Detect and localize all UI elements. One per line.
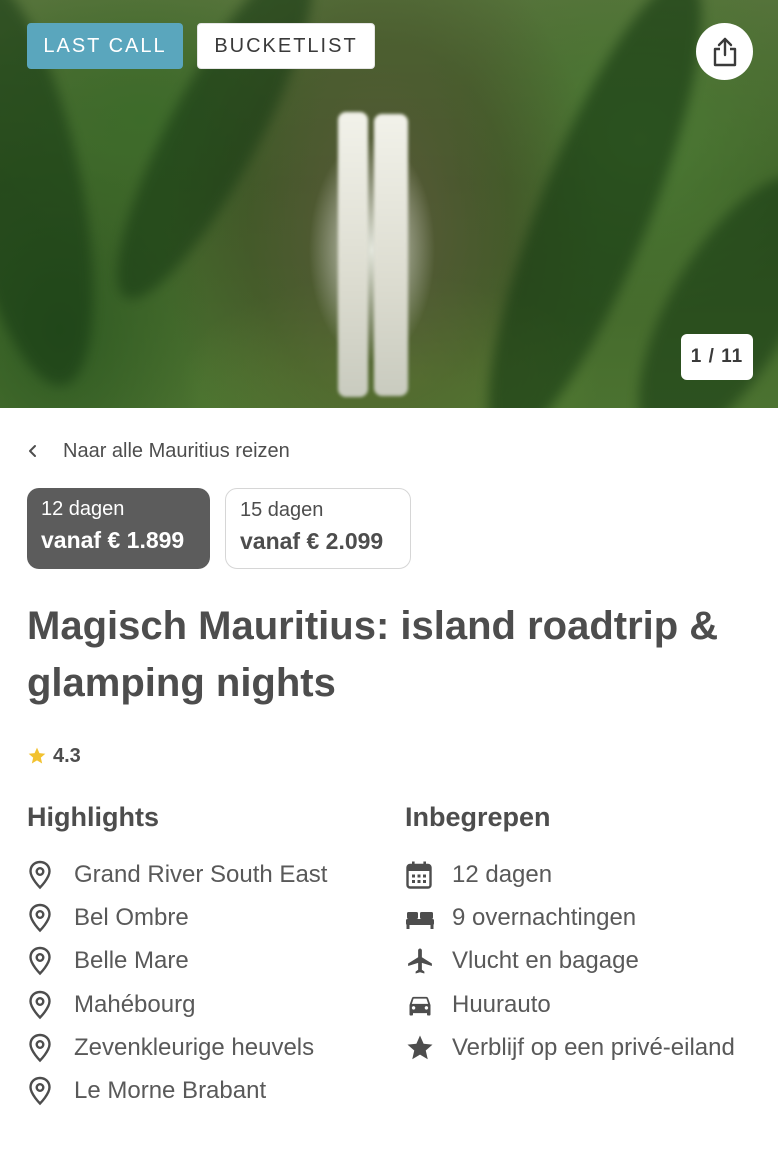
back-link-label: Naar alle Mauritius reizen xyxy=(63,439,290,462)
last-call-tag: LAST CALL xyxy=(27,23,183,69)
share-button[interactable] xyxy=(696,23,753,80)
highlight-label: Belle Mare xyxy=(74,947,189,975)
included-list: 12 dagen 9 overnachtingen Vlucht en baga… xyxy=(405,853,735,1069)
car-icon xyxy=(409,996,431,1016)
calendar-icon xyxy=(406,861,432,889)
list-item: Zevenkleurige heuvels xyxy=(27,1026,327,1069)
highlight-label: Mahébourg xyxy=(74,990,196,1018)
included-label: Vlucht en bagage xyxy=(452,947,639,975)
highlight-label: Le Morne Brabant xyxy=(74,1077,267,1105)
list-item: Verblijf op een privé-eiland xyxy=(405,1026,735,1069)
duration-option-12[interactable]: 12 dagen vanaf € 1.899 xyxy=(27,488,210,569)
highlight-label: Grand River South East xyxy=(74,860,328,888)
airplane-icon xyxy=(408,948,432,974)
highlights-heading: Highlights xyxy=(27,802,159,832)
included-label: Verblijf op een privé-eiland xyxy=(452,1033,735,1061)
star-icon xyxy=(407,1035,433,1060)
bucketlist-tag: BUCKETLIST xyxy=(197,23,375,69)
waterfall-left xyxy=(338,112,368,397)
chevron-left-icon xyxy=(27,444,63,458)
image-counter: 1 / 11 xyxy=(681,334,753,380)
list-item: Le Morne Brabant xyxy=(27,1069,327,1112)
included-label: Huurauto xyxy=(452,990,551,1018)
rating-value: 4.3 xyxy=(53,744,81,767)
location-pin-icon xyxy=(29,903,51,933)
location-pin-icon xyxy=(29,1033,51,1063)
highlight-label: Zevenkleurige heuvels xyxy=(74,1033,315,1061)
list-item: 9 overnachtingen xyxy=(405,896,735,939)
location-pin-icon xyxy=(29,990,51,1019)
waterfall-right xyxy=(374,114,408,396)
page-title: Magisch Mauritius: island roadtrip & gla… xyxy=(27,604,719,705)
share-icon xyxy=(713,37,736,66)
list-item: 12 dagen xyxy=(405,853,735,896)
included-label: 12 dagen xyxy=(452,860,553,888)
location-pin-icon xyxy=(29,947,51,976)
back-link[interactable]: Naar alle Mauritius reizen xyxy=(27,436,290,466)
highlight-label: Bel Ombre xyxy=(74,903,189,931)
list-item: Belle Mare xyxy=(27,940,327,983)
duration-price: vanaf € 2.099 xyxy=(240,528,384,554)
duration-option-15[interactable]: 15 dagen vanaf € 2.099 xyxy=(225,488,411,569)
list-item: Huurauto xyxy=(405,983,735,1026)
star-icon xyxy=(28,747,46,764)
included-label: 9 overnachtingen xyxy=(452,903,637,931)
duration-days: 15 dagen xyxy=(240,499,324,521)
duration-price: vanaf € 1.899 xyxy=(41,527,185,553)
hero-image[interactable]: LAST CALL BUCKETLIST 1 / 11 xyxy=(0,0,778,408)
list-item: Grand River South East xyxy=(27,853,327,896)
location-pin-icon xyxy=(29,1076,51,1106)
duration-days: 12 dagen xyxy=(41,498,125,520)
highlights-list: Grand River South East Bel Ombre Belle M… xyxy=(27,853,327,1113)
rating: 4.3 xyxy=(27,741,81,771)
bed-icon xyxy=(406,911,434,929)
list-item: Bel Ombre xyxy=(27,896,327,939)
list-item: Mahébourg xyxy=(27,983,327,1026)
list-item: Vlucht en bagage xyxy=(405,940,735,983)
included-heading: Inbegrepen xyxy=(405,802,551,832)
location-pin-icon xyxy=(29,860,51,889)
